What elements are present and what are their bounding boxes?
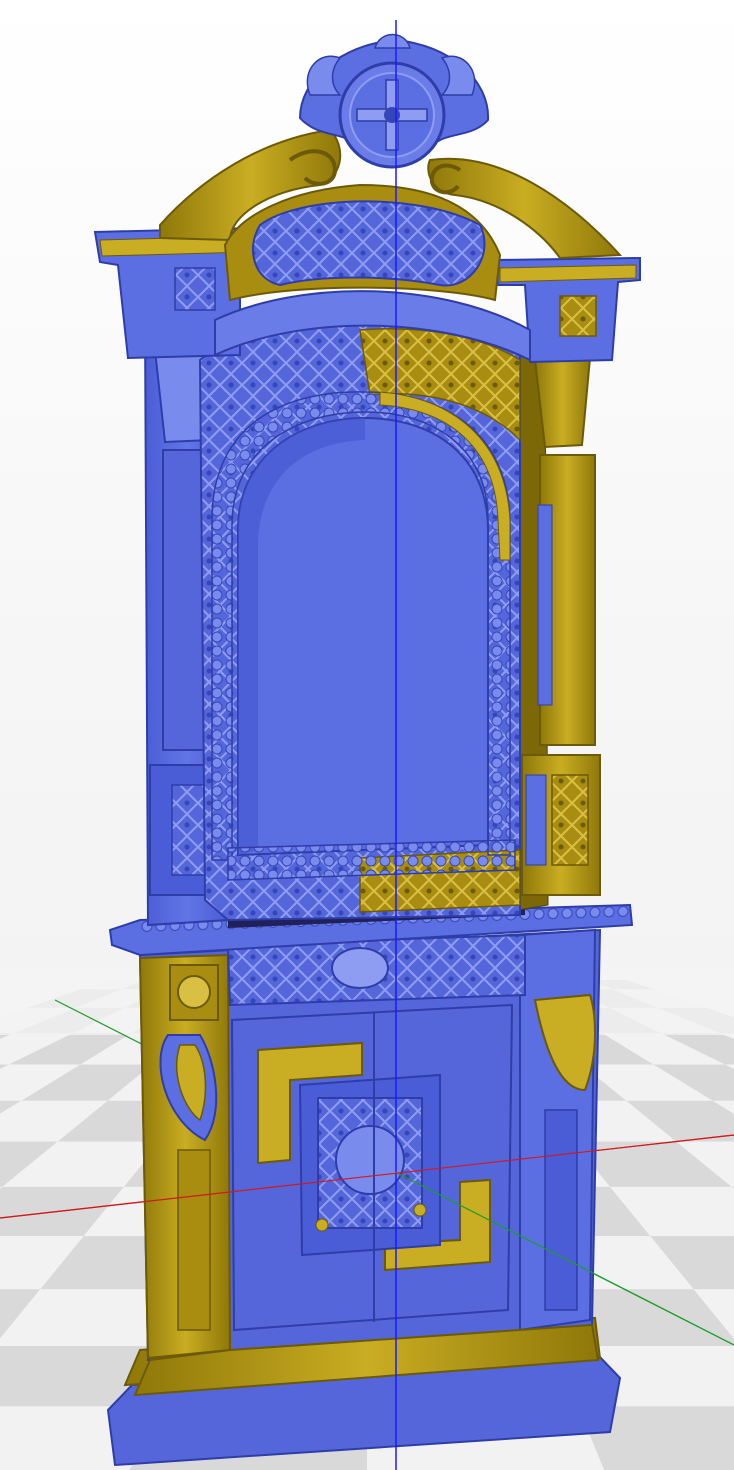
door-rosette-icon bbox=[335, 1125, 405, 1195]
lower-left-pilaster-strip bbox=[177, 1149, 211, 1331]
upper-right-pedestal-blue bbox=[525, 774, 547, 866]
frieze-medallion bbox=[331, 947, 389, 989]
right-entablature-panel bbox=[559, 295, 597, 337]
iconostasis-model[interactable] bbox=[93, 33, 641, 1467]
door-knob-left-icon bbox=[315, 1218, 329, 1232]
lower-right-pilaster-strip bbox=[544, 1109, 578, 1311]
upper-right-capital bbox=[533, 356, 592, 449]
pediment-carved-cartouche bbox=[251, 200, 486, 287]
crown-finial-icon bbox=[374, 33, 411, 49]
upper-right-shaft-inset bbox=[537, 504, 553, 706]
upper-right-pedestal-panel bbox=[551, 774, 589, 866]
rosette-icon bbox=[177, 975, 211, 1009]
3d-viewport[interactable] bbox=[0, 0, 734, 1470]
left-entablature-panel bbox=[174, 267, 216, 311]
door-knob-right-icon bbox=[413, 1203, 427, 1217]
3d-scene[interactable] bbox=[0, 0, 734, 1470]
